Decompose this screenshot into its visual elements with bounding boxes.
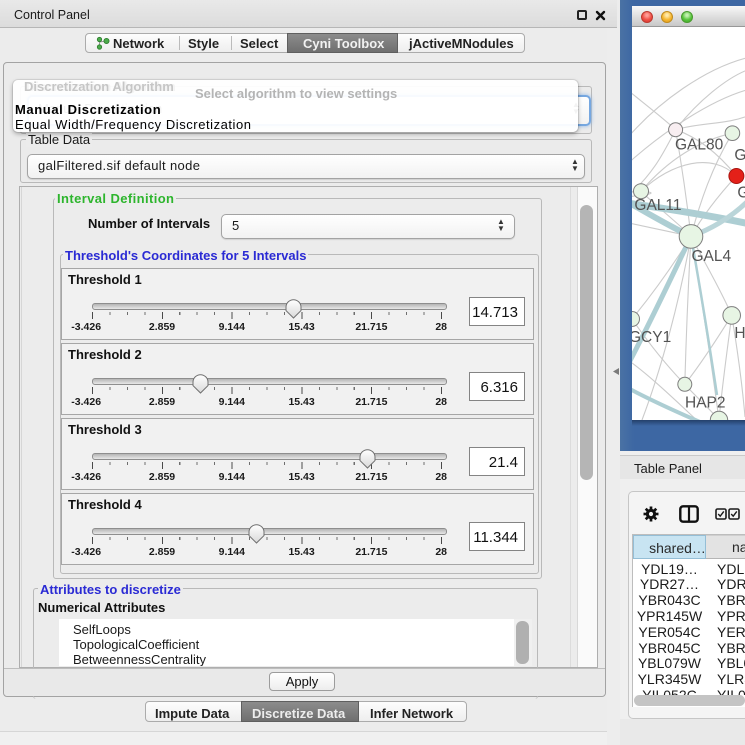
svg-text:HAP2: HAP2: [685, 395, 726, 412]
svg-text:G: G: [737, 185, 745, 202]
svg-text:GAL80: GAL80: [675, 137, 724, 154]
svg-text:GA: GA: [734, 147, 745, 164]
svg-text:GCY1: GCY1: [632, 329, 671, 346]
svg-text:GAL11: GAL11: [634, 197, 681, 214]
svg-text:HI: HI: [734, 325, 745, 342]
svg-text:GAL4: GAL4: [692, 248, 732, 265]
